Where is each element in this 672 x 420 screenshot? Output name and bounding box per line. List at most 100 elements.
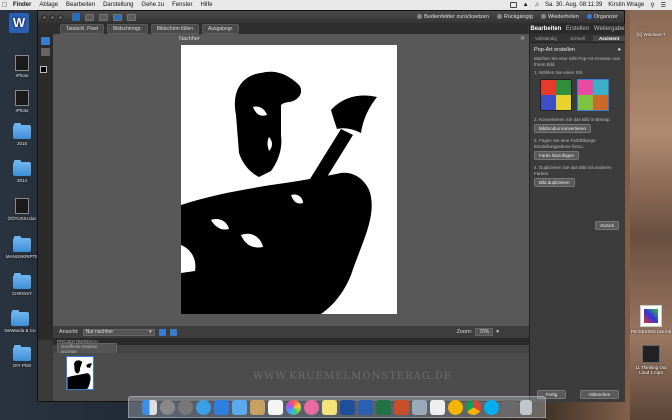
menu-hilfe[interactable]: Hilfe: [196, 2, 216, 8]
popart-style-1[interactable]: [540, 78, 572, 111]
menu-darstellung[interactable]: Darstellung: [99, 2, 137, 8]
user-name[interactable]: Kirstin Wrage: [608, 2, 644, 8]
fill-screen-button[interactable]: Bildschirm füllen: [150, 23, 199, 34]
desktop-folder-2015[interactable]: 2015: [5, 123, 39, 146]
itunes-icon[interactable]: [304, 399, 319, 415]
organizer-button[interactable]: Organizer: [586, 14, 618, 20]
desktop-item-windows[interactable]: [C] Windows 7: [630, 32, 672, 37]
swap-icon[interactable]: [158, 328, 166, 336]
word-icon[interactable]: [358, 399, 373, 415]
convert-bitmap-button[interactable]: Bildmodus konvertieren: [534, 124, 592, 133]
mp3-file-icon[interactable]: [642, 345, 660, 363]
powerpoint-icon[interactable]: [394, 399, 409, 415]
finder-icon[interactable]: [142, 399, 157, 415]
calendar-icon[interactable]: [268, 399, 283, 415]
desktop-folder-2014[interactable]: 2014: [5, 160, 39, 183]
search-icon[interactable]: ⚲: [650, 2, 654, 9]
desktop-folder-chrissy[interactable]: CHRISSY: [5, 273, 39, 296]
undo-button[interactable]: Rückgängig: [496, 14, 533, 20]
reset-view-icon[interactable]: [169, 328, 177, 336]
view-icon[interactable]: [127, 13, 136, 21]
close-window-button[interactable]: [42, 14, 47, 20]
photoshop-elements-window: Bedienfelder zurücksetzen Rückgängig Wie…: [37, 10, 626, 402]
desktop-item-iphoto[interactable]: iPhoto: [5, 55, 39, 78]
cancel-button[interactable]: Abbrechen: [579, 390, 620, 399]
close-icon[interactable]: ✕: [520, 35, 525, 42]
menu-bearbeiten[interactable]: Bearbeiten: [62, 2, 99, 8]
launchpad-icon[interactable]: [160, 399, 175, 415]
desktop-item-mp3[interactable]: 11 Thinking Out Loud 1.mp3: [630, 365, 672, 375]
layout-icon[interactable]: [99, 13, 108, 21]
skype-icon[interactable]: [484, 399, 499, 415]
toolbox: [38, 34, 53, 340]
misc-icon[interactable]: [502, 399, 517, 415]
minimize-window-button[interactable]: [50, 14, 55, 20]
project-thumbnail[interactable]: [66, 356, 94, 390]
folder-icon: [11, 310, 29, 326]
popart-style-2[interactable]: [577, 78, 609, 111]
notes-icon[interactable]: [322, 399, 337, 415]
view-select[interactable]: Nur nachher ▾: [82, 328, 155, 336]
app-store-icon[interactable]: [214, 399, 229, 415]
clock[interactable]: Sa. 30. Aug. 08:11:39: [545, 2, 602, 8]
zoom-tool-icon[interactable]: [41, 37, 50, 45]
reset-panels-button[interactable]: Bedienfelder zurücksetzen: [417, 14, 489, 20]
back-button[interactable]: Zurück: [595, 221, 619, 230]
redo-icon: [540, 14, 546, 20]
document-image[interactable]: [181, 45, 397, 314]
add-color-button[interactable]: Farbe hinzufügen: [534, 151, 580, 160]
hand-tool-icon[interactable]: [41, 48, 50, 56]
desktop-folder-dewanda[interactable]: DeWanda & Co: [3, 310, 37, 333]
excel-icon[interactable]: [376, 399, 391, 415]
zoom-input[interactable]: 70%: [475, 328, 494, 336]
menu-gehe-zu[interactable]: Gehe zu: [137, 2, 168, 8]
menu-ablage[interactable]: Ablage: [35, 2, 62, 8]
apple-icon[interactable]: : [0, 2, 9, 9]
desktop-folder-manuskripte[interactable]: MANUSKRIPTE: [5, 236, 39, 259]
sketch-icon[interactable]: [448, 399, 463, 415]
battery-icon[interactable]: [509, 2, 517, 8]
menu-finder[interactable]: Finder: [9, 2, 35, 8]
fit-screen-button[interactable]: Bildschirmgr.: [106, 23, 148, 34]
wifi-icon[interactable]: ▲: [523, 2, 529, 8]
chevron-down-icon[interactable]: ▾: [496, 329, 499, 335]
trash-icon[interactable]: [520, 399, 532, 415]
panel-body: Pop-Art erstellen ● Machen Sie eine toll…: [530, 43, 625, 191]
preview-icon[interactable]: [412, 399, 427, 415]
menu-fenster[interactable]: Fenster: [168, 2, 196, 8]
pe-design-icon[interactable]: [640, 305, 662, 327]
subtab-schnell[interactable]: Schnell: [562, 36, 594, 41]
contacts-icon[interactable]: [250, 399, 265, 415]
photoshop-elements-icon[interactable]: [340, 399, 355, 415]
tab-erstellen[interactable]: Erstellen: [562, 26, 594, 32]
system-prefs-icon[interactable]: [178, 399, 193, 415]
desktop-item-iphoto-2[interactable]: iPhoto: [5, 90, 39, 113]
duplicate-image-button[interactable]: Bild duplizieren: [534, 178, 575, 187]
file-icon[interactable]: [85, 13, 94, 21]
panel-tabs: Bearbeiten Erstellen Weitergabe: [530, 23, 625, 34]
subtab-vollstaendig[interactable]: Vollständig: [530, 36, 562, 41]
project-bin-header[interactable]: PROJEKTBEREICH: [53, 338, 529, 345]
desktop-item-pe-design[interactable]: PE-DESIGN Lite.lnk: [630, 329, 672, 334]
lightbulb-icon[interactable]: ●: [618, 47, 621, 53]
desktop-folder-diy-plott[interactable]: DIY Plott: [5, 345, 39, 368]
desktop-app-word[interactable]: W: [2, 13, 36, 33]
word-icon: W: [9, 13, 29, 33]
foreground-color-swatch[interactable]: [40, 66, 47, 73]
subtab-assistent[interactable]: Assistent: [593, 35, 626, 41]
desktop-file-doc[interactable]: ÖÖTUSSI.doc: [5, 198, 39, 221]
zoom-window-button[interactable]: [58, 14, 63, 20]
print-size-button[interactable]: Ausgabegr.: [202, 23, 240, 34]
tab-weitergabe[interactable]: Weitergabe: [593, 26, 625, 32]
volume-icon[interactable]: ♫: [535, 2, 540, 8]
textedit-icon[interactable]: [430, 399, 445, 415]
help-icon[interactable]: [113, 13, 122, 21]
chrome-icon[interactable]: [466, 399, 481, 415]
tab-bearbeiten[interactable]: Bearbeiten: [530, 26, 562, 32]
actual-pixels-button[interactable]: Tatsächl. Pixel: [60, 23, 104, 34]
mail-icon[interactable]: [232, 399, 247, 415]
photos-icon[interactable]: [286, 399, 301, 415]
list-icon[interactable]: ☰: [661, 2, 666, 9]
redo-button[interactable]: Wiederholen: [540, 14, 579, 20]
safari-icon[interactable]: [196, 399, 211, 415]
